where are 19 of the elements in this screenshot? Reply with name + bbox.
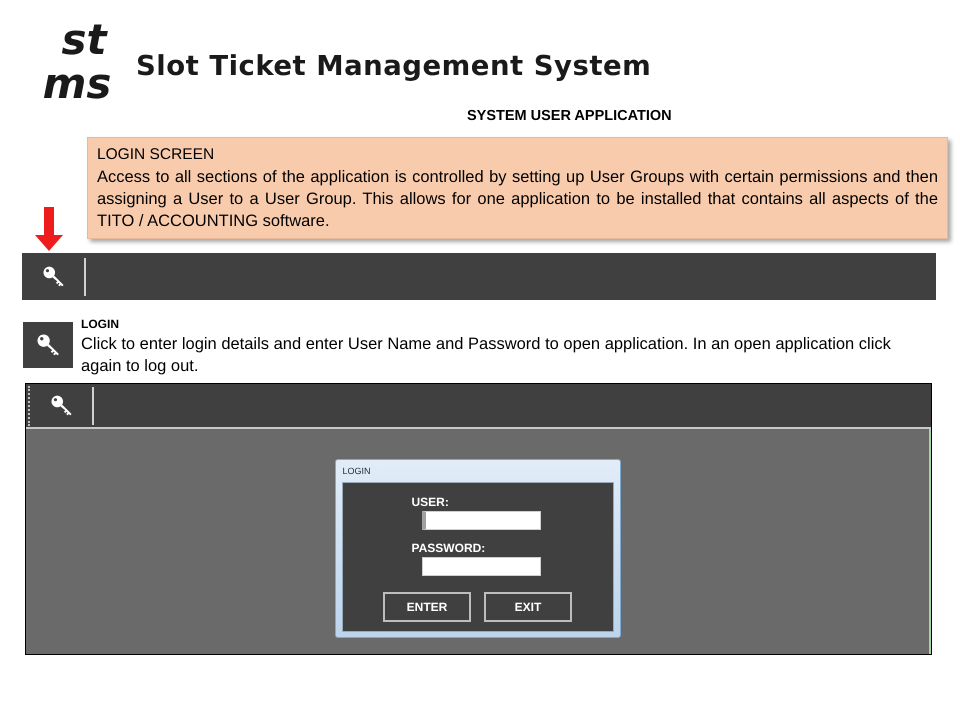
key-icon[interactable] [42,266,64,287]
input-field[interactable] [422,511,540,530]
input-field[interactable] [422,557,540,576]
page-heading: SYSTEM USER APPLICATION [467,108,672,124]
dialog-button[interactable]: ENTER [383,592,471,622]
dialog-button[interactable]: EXIT [484,592,572,622]
callout-title: LOGIN SCREEN [97,145,216,165]
logo-monogram: st [60,18,107,62]
key-icon[interactable] [50,395,72,416]
field-label: PASSWORD: [412,541,486,555]
help-text: Click to enter login details and enter User Name and Password to open application. In an open application click again to log out. [81,334,892,377]
help-title: LOGIN [81,317,120,332]
dialog-title: LOGIN [342,466,371,476]
key-icon [23,322,73,368]
field-label: USER: [412,495,449,509]
logo-monogram: ms [42,62,112,106]
callout-text: Access to all sections of the application is controlled by setting up User Groups with certain permissions and then assigning a User to a User Group. This allows for one application to be installed that contains all aspects of the TITO / ACCOUNTING software. [97,167,938,232]
logo-title: Slot Ticket Management System [136,49,652,84]
down-arrow-icon [35,207,63,251]
